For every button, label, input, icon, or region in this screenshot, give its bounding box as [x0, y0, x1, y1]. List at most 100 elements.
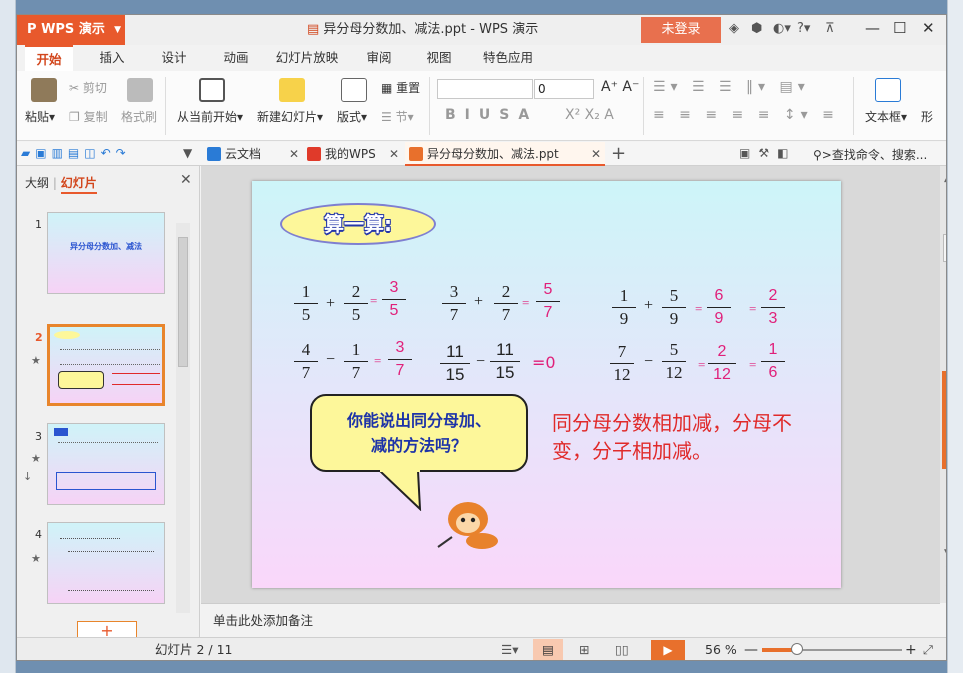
tab-review[interactable]: 审阅 [359, 45, 399, 71]
fit-window-icon[interactable]: ⤢ [923, 638, 933, 660]
paste-button[interactable]: 粘贴▾ [25, 108, 55, 125]
arrow-icon: ↓ [23, 470, 33, 483]
shape-button[interactable]: 形 [921, 108, 933, 125]
new-slide-button[interactable]: 新建幻灯片▾ [257, 108, 323, 125]
cut-button[interactable]: ✂ 剪切 [69, 79, 107, 96]
notes-pane[interactable]: 单击此处添加备注 [201, 603, 940, 637]
operator: + [474, 293, 484, 310]
brush-icon [127, 78, 153, 102]
operator: + [326, 295, 336, 312]
zoom-slider-knob[interactable] [791, 643, 803, 655]
operator: − [476, 353, 486, 370]
help-icon[interactable]: ?▾ [797, 21, 810, 36]
from-current-button[interactable]: 从当前开始▾ [177, 108, 243, 125]
font-name-select[interactable] [437, 79, 533, 99]
prev-slide-icon[interactable]: ⇞ [944, 564, 946, 574]
answer-fraction: 16 [761, 339, 785, 384]
slide-thumbnail[interactable] [47, 522, 165, 604]
tab-home[interactable]: 开始 [25, 45, 73, 71]
answer: =0 [532, 353, 556, 372]
chevron-down-icon[interactable]: ▼ [183, 146, 192, 160]
new-tab-icon[interactable]: + [611, 143, 626, 164]
quick-access-icons[interactable]: ▰▣▥▤◫↶↷ [21, 146, 131, 160]
tab-design[interactable]: 设计 [151, 45, 197, 71]
next-slide-icon[interactable]: ⇟ [944, 580, 946, 590]
doc-tab-cloud[interactable]: 云文档 ✕ [203, 142, 303, 166]
side-panel-toggle[interactable] [942, 371, 946, 469]
slide-badge: 算一算: [280, 203, 436, 245]
tab-slides[interactable]: 幻灯片 [60, 176, 97, 194]
play-slideshow-button[interactable]: ▶ [651, 640, 685, 660]
font-size-select[interactable]: 0 [534, 79, 594, 99]
tab-outline[interactable]: 大纲 [25, 176, 49, 190]
toolbar-right-icons[interactable]: ▣⚒◧ [739, 146, 796, 160]
copy-button[interactable]: ❐ 复制 [69, 108, 108, 125]
thumb-badge [54, 428, 68, 436]
thumbnail-scrollbar[interactable] [176, 223, 190, 613]
fraction: 5 12 [662, 339, 686, 384]
search-icon: ⚲ [813, 148, 822, 162]
star-icon: ★ [31, 354, 41, 367]
wps-menu-button[interactable]: P WPS 演示 ▼ [17, 15, 125, 45]
wps-brand-label: WPS 演示 [41, 22, 105, 37]
slide-thumbnail[interactable] [47, 423, 165, 505]
format-painter-button[interactable]: 格式刷 [121, 108, 157, 125]
slide-thumbnail-selected[interactable] [47, 324, 165, 406]
scrollbar-thumb[interactable] [178, 237, 188, 367]
normal-view-icon[interactable]: ▤ [533, 639, 563, 660]
scroll-up-icon[interactable]: ▲ [944, 174, 946, 184]
zoom-in-icon[interactable]: + [905, 638, 917, 660]
scroll-down-icon[interactable]: ▼ [944, 548, 946, 558]
wps-window: P WPS 演示 ▼ ▤ 异分母分数加、减法.ppt - WPS 演示 未登录 … [16, 14, 947, 661]
maximize-icon[interactable]: ☐ [893, 19, 906, 37]
fraction: 11 15 [440, 341, 470, 386]
section-button[interactable]: ☰ 节▾ [381, 108, 414, 125]
close-icon[interactable]: ✕ [922, 19, 935, 37]
close-icon[interactable]: ✕ [389, 142, 399, 166]
zoom-level[interactable]: 56 % [705, 638, 737, 660]
thumb-content [60, 349, 160, 365]
tab-features[interactable]: 特色应用 [477, 45, 539, 71]
tab-slideshow[interactable]: 幻灯片放映 [271, 45, 343, 71]
slide-thumbnail[interactable]: 异分母分数加、减法 [47, 212, 165, 294]
skin-icon[interactable]: ◈ [729, 21, 739, 36]
equals: = [374, 353, 382, 368]
tab-insert[interactable]: 插入 [89, 45, 135, 71]
textbox-button[interactable]: 文本框▾ [865, 108, 907, 125]
reset-button[interactable]: ▦ 重置 [381, 79, 420, 96]
close-icon[interactable]: ✕ [591, 142, 601, 166]
slide-number: 3 [35, 430, 42, 443]
restore-ribbon-icon[interactable]: ⊼ [825, 21, 835, 36]
list-icons[interactable]: ☰▾ ☰ ☰ ‖▾ ▤▾ [653, 79, 810, 95]
doc-tab-current[interactable]: 异分母分数加、减法.ppt ✕ [405, 142, 605, 166]
notes-toggle-icon[interactable]: ☰▾ [501, 638, 518, 660]
projector-icon [199, 78, 225, 102]
login-button[interactable]: 未登录 [641, 17, 721, 43]
slide-canvas[interactable]: 算一算: 15 + 25 = 35 37 + 27 = 57 19 + 59 =… [252, 181, 841, 588]
grow-font-icon[interactable]: A⁺ A⁻ [601, 79, 639, 95]
align-icons[interactable]: ≡ ≡ ≡ ≡ ≡ ↕▾ ≡ [653, 107, 839, 123]
zoom-out-icon[interactable]: — [744, 638, 758, 660]
cube-icon[interactable]: ⬢ [751, 21, 762, 36]
section-icon: ☰ [381, 110, 396, 124]
superscript-icon[interactable]: X² X₂ A [565, 107, 614, 123]
close-icon[interactable]: ✕ [180, 172, 192, 188]
operator: − [326, 351, 336, 368]
doc-tab-mywps[interactable]: 我的WPS ✕ [303, 142, 403, 166]
layout-button[interactable]: 版式▾ [337, 108, 367, 125]
share-icon[interactable]: ◐▾ [773, 21, 791, 36]
scrollbar-thumb[interactable] [943, 234, 946, 262]
search-command[interactable]: ⚲>查找命令、搜索... [813, 146, 927, 163]
operator: − [644, 353, 654, 370]
close-icon[interactable]: ✕ [289, 142, 299, 166]
reading-view-icon[interactable]: ▯▯ [615, 638, 629, 660]
sorter-view-icon[interactable]: ⊞ [579, 638, 589, 660]
answer-fraction: 23 [761, 285, 785, 330]
document-title: ▤ 异分母分数加、减法.ppt - WPS 演示 [307, 22, 539, 37]
font-style-buttons[interactable]: BIUSA [445, 107, 538, 123]
divider [165, 77, 166, 135]
tab-animation[interactable]: 动画 [213, 45, 259, 71]
tab-view[interactable]: 视图 [419, 45, 459, 71]
minimize-icon[interactable]: — [865, 19, 880, 37]
scissors-icon: ✂ [69, 81, 83, 95]
